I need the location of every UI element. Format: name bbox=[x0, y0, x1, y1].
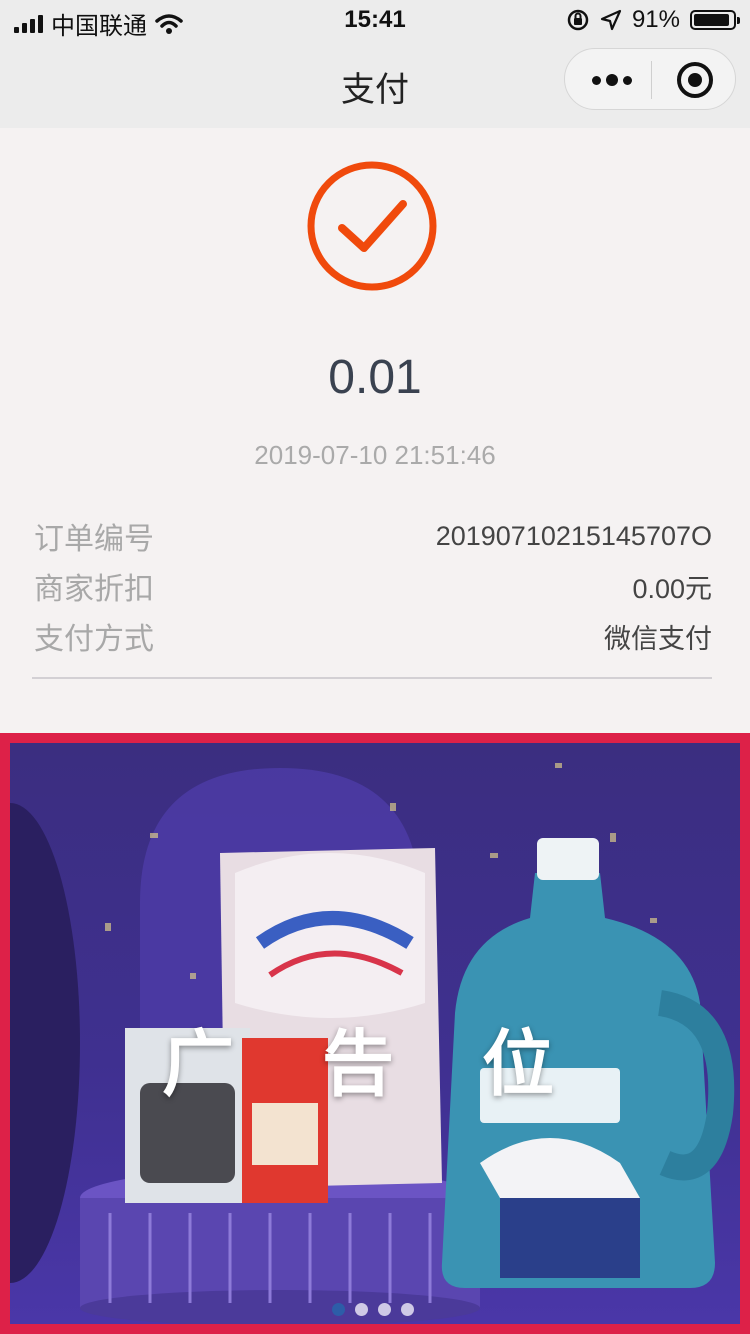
detail-label: 支付方式 bbox=[34, 623, 154, 656]
ad-placeholder-text: 广 告 位 bbox=[161, 1025, 588, 1105]
mini-program-capsule bbox=[564, 48, 736, 110]
detail-value: 微信支付 bbox=[604, 623, 712, 654]
detail-value: 0.00元 bbox=[632, 573, 712, 604]
carousel-dot[interactable] bbox=[401, 1303, 414, 1316]
ad-shape bbox=[500, 1198, 640, 1278]
orientation-lock-icon bbox=[567, 9, 589, 31]
carousel-dot[interactable] bbox=[332, 1303, 345, 1316]
payment-amount: 0.01 bbox=[328, 351, 422, 404]
status-bar: 中国联通 15:41 91% bbox=[0, 0, 750, 40]
detail-row-discount: 商家折扣 0.00元 bbox=[34, 564, 712, 608]
ad-shape bbox=[537, 838, 599, 880]
detail-label: 商家折扣 bbox=[34, 573, 154, 606]
detail-value: 20190710215145707O bbox=[435, 520, 712, 551]
success-check-icon bbox=[307, 161, 437, 291]
carousel-dot[interactable] bbox=[355, 1303, 368, 1316]
carousel-dots bbox=[332, 1303, 414, 1316]
detail-row-order-number: 订单编号 20190710215145707O bbox=[34, 514, 712, 558]
ad-image[interactable]: 广 告 位 bbox=[10, 743, 740, 1324]
nav-bar: 支付 bbox=[0, 40, 750, 128]
status-right: 91% bbox=[566, 6, 740, 34]
success-checkmark bbox=[338, 200, 407, 252]
detail-label: 订单编号 bbox=[34, 523, 154, 556]
divider bbox=[32, 677, 712, 679]
carousel-dot[interactable] bbox=[378, 1303, 391, 1316]
capsule-divider bbox=[651, 61, 652, 99]
location-arrow-icon bbox=[600, 9, 622, 31]
detail-row-payment-method: 支付方式 微信支付 bbox=[34, 614, 712, 658]
ad-shape bbox=[252, 1103, 318, 1165]
battery-icon bbox=[690, 10, 740, 30]
success-circle bbox=[307, 161, 437, 291]
battery-fill bbox=[694, 14, 729, 26]
more-icon[interactable] bbox=[585, 63, 639, 97]
payment-time: 2019-07-10 21:51:46 bbox=[254, 440, 496, 470]
ad-banner[interactable]: 广 告 位 bbox=[0, 733, 750, 1334]
battery-percent: 91% bbox=[631, 6, 680, 33]
close-mini-program-icon[interactable] bbox=[677, 62, 713, 98]
